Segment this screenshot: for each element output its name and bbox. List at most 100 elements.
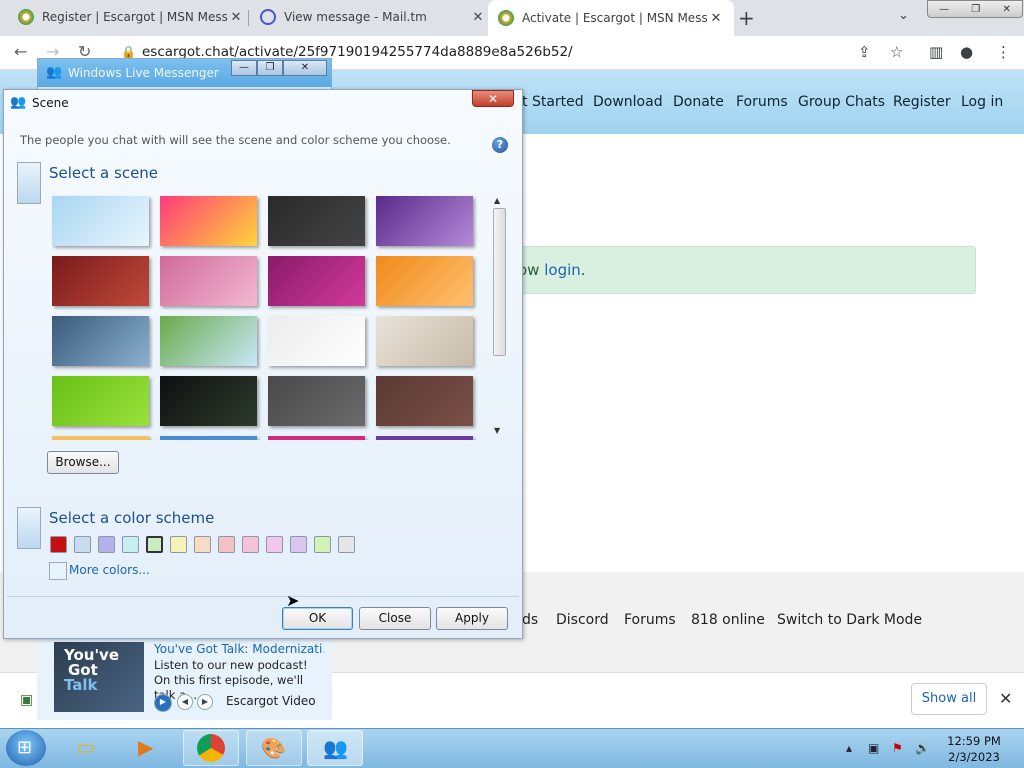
nav-login[interactable]: Log in bbox=[961, 94, 1003, 110]
browser-tab-activate[interactable]: Activate | Escargot | MSN Messen ✕ bbox=[488, 0, 734, 36]
restore-down-button[interactable]: — ❐ ✕ bbox=[927, 0, 1023, 18]
bookmark-star-icon[interactable]: ☆ bbox=[890, 43, 903, 61]
taskbar-media-player[interactable]: ▶ bbox=[122, 730, 178, 766]
system-clock[interactable]: 12:59 PM 2/3/2023 bbox=[944, 733, 1004, 765]
scene-thumbnail[interactable] bbox=[376, 256, 473, 306]
footer-link-discord[interactable]: Discord bbox=[556, 612, 609, 628]
close-icon[interactable]: ✕ bbox=[999, 689, 1012, 708]
color-swatch[interactable] bbox=[218, 536, 235, 553]
maximize-icon[interactable]: ❐ bbox=[257, 60, 283, 76]
maximize-icon[interactable]: ❐ bbox=[971, 4, 980, 15]
scroll-up-icon[interactable]: ▲ bbox=[494, 196, 500, 205]
scene-thumbnail[interactable] bbox=[52, 256, 149, 306]
paint-icon: 🎨 bbox=[261, 736, 286, 760]
promo-title-link[interactable]: You've Got Talk: Modernizati... bbox=[154, 642, 324, 656]
scene-thumbnail[interactable] bbox=[52, 376, 149, 426]
scene-thumbnail[interactable] bbox=[52, 436, 149, 440]
minimize-icon[interactable]: — bbox=[939, 4, 949, 15]
close-icon[interactable]: ✕ bbox=[1002, 4, 1010, 15]
previous-icon[interactable]: ◀ bbox=[177, 694, 193, 710]
scene-thumbnail[interactable] bbox=[160, 196, 257, 246]
nav-forums[interactable]: Forums bbox=[736, 94, 788, 110]
scene-thumbnail[interactable] bbox=[160, 256, 257, 306]
browse-button[interactable]: Browse... bbox=[47, 451, 119, 474]
scene-thumbnail[interactable] bbox=[268, 376, 365, 426]
next-icon[interactable]: ▶ bbox=[197, 694, 213, 710]
close-tab-icon[interactable]: ✕ bbox=[470, 10, 486, 25]
nav-group-chats[interactable]: Group Chats bbox=[798, 94, 885, 110]
play-icon[interactable]: ▶ bbox=[154, 694, 172, 712]
share-icon[interactable]: ⇪ bbox=[858, 43, 871, 61]
color-swatch[interactable] bbox=[170, 536, 187, 553]
scene-thumbnail[interactable] bbox=[376, 316, 473, 366]
more-colors-link[interactable]: More colors... bbox=[69, 563, 150, 577]
nav-download[interactable]: Download bbox=[593, 94, 663, 110]
lock-icon[interactable]: 🔒 bbox=[121, 45, 136, 59]
login-link[interactable]: login bbox=[544, 261, 581, 279]
taskbar-paint[interactable]: 🎨 bbox=[246, 730, 302, 766]
scene-thumbnail[interactable] bbox=[52, 196, 149, 246]
color-swatch[interactable] bbox=[338, 536, 355, 553]
nav-donate[interactable]: Donate bbox=[673, 94, 724, 110]
color-swatch[interactable] bbox=[290, 536, 307, 553]
color-swatch[interactable] bbox=[242, 536, 259, 553]
taskbar-messenger[interactable]: 👥 bbox=[307, 730, 363, 766]
nav-getting-started[interactable]: t Started bbox=[522, 94, 584, 110]
close-tab-icon[interactable]: ✕ bbox=[708, 11, 724, 26]
color-swatch[interactable] bbox=[314, 536, 331, 553]
color-swatch[interactable] bbox=[266, 536, 283, 553]
help-icon[interactable]: ? bbox=[492, 137, 508, 153]
dialog-divider bbox=[7, 596, 519, 597]
browser-tab-register[interactable]: Register | Escargot | MSN Messer ✕ bbox=[8, 0, 254, 34]
volume-icon[interactable]: 🔊 bbox=[915, 741, 930, 755]
kebab-menu-icon[interactable]: ⋮ bbox=[996, 43, 1011, 61]
scene-thumbnail[interactable] bbox=[268, 436, 365, 440]
scene-thumbnail[interactable] bbox=[376, 196, 473, 246]
close-tab-icon[interactable]: ✕ bbox=[228, 10, 244, 25]
scene-thumbnail[interactable] bbox=[160, 316, 257, 366]
scene-thumbnail[interactable] bbox=[376, 376, 473, 426]
browser-tab-mailtm[interactable]: View message - Mail.tm ✕ bbox=[250, 0, 496, 34]
ok-button[interactable]: OK bbox=[282, 607, 353, 630]
color-swatch[interactable] bbox=[98, 536, 115, 553]
scene-thumbnail[interactable] bbox=[52, 316, 149, 366]
network-icon[interactable]: ▣ bbox=[868, 741, 879, 755]
scroll-down-icon[interactable]: ▼ bbox=[494, 426, 500, 435]
footer-link-downloads[interactable]: ds bbox=[522, 612, 538, 628]
scene-thumbnail[interactable] bbox=[268, 316, 365, 366]
close-icon[interactable]: ✕ bbox=[472, 90, 514, 107]
side-panel-icon[interactable]: ▥ bbox=[929, 43, 943, 61]
chevron-down-icon[interactable]: ⌄ bbox=[898, 8, 909, 23]
footer-link-forums[interactable]: Forums bbox=[624, 612, 676, 628]
scene-thumbnail[interactable] bbox=[160, 436, 257, 440]
mouse-cursor-icon: ➤ bbox=[286, 591, 300, 610]
taskbar-explorer[interactable]: ▭ bbox=[62, 730, 118, 766]
plus-icon[interactable]: + bbox=[738, 6, 755, 30]
action-center-icon[interactable]: ⚑ bbox=[892, 741, 903, 755]
taskbar-chrome[interactable] bbox=[183, 730, 239, 766]
profile-avatar-icon[interactable]: ● bbox=[960, 43, 973, 61]
show-all-button[interactable]: Show all bbox=[911, 683, 987, 715]
scene-thumbnail[interactable] bbox=[268, 256, 365, 306]
promo-thumbnail[interactable]: You've Got Talk bbox=[54, 642, 144, 712]
apply-button[interactable]: Apply bbox=[436, 607, 508, 630]
custom-color-swatch[interactable] bbox=[49, 562, 67, 580]
color-swatch[interactable] bbox=[146, 536, 163, 553]
color-swatch[interactable] bbox=[122, 536, 139, 553]
show-hidden-icons-icon[interactable]: ▴ bbox=[846, 741, 852, 755]
scene-thumbnail[interactable] bbox=[160, 376, 257, 426]
back-arrow-icon[interactable]: ← bbox=[14, 42, 27, 61]
scene-thumbnail[interactable] bbox=[268, 196, 365, 246]
close-icon[interactable]: ✕ bbox=[283, 60, 327, 76]
dark-mode-toggle[interactable]: Switch to Dark Mode bbox=[777, 612, 922, 628]
image-file-icon[interactable]: ▣ bbox=[20, 692, 33, 708]
color-swatch[interactable] bbox=[50, 536, 67, 553]
scene-thumbnail[interactable] bbox=[376, 436, 473, 440]
nav-register[interactable]: Register bbox=[893, 94, 951, 110]
color-swatch[interactable] bbox=[74, 536, 91, 553]
messenger-titlebar[interactable]: 👥 Windows Live Messenger — ❐ ✕ bbox=[38, 59, 331, 87]
close-button[interactable]: Close bbox=[359, 607, 431, 630]
color-swatch[interactable] bbox=[194, 536, 211, 553]
scrollbar-thumb[interactable] bbox=[493, 208, 506, 356]
minimize-icon[interactable]: — bbox=[231, 60, 257, 76]
